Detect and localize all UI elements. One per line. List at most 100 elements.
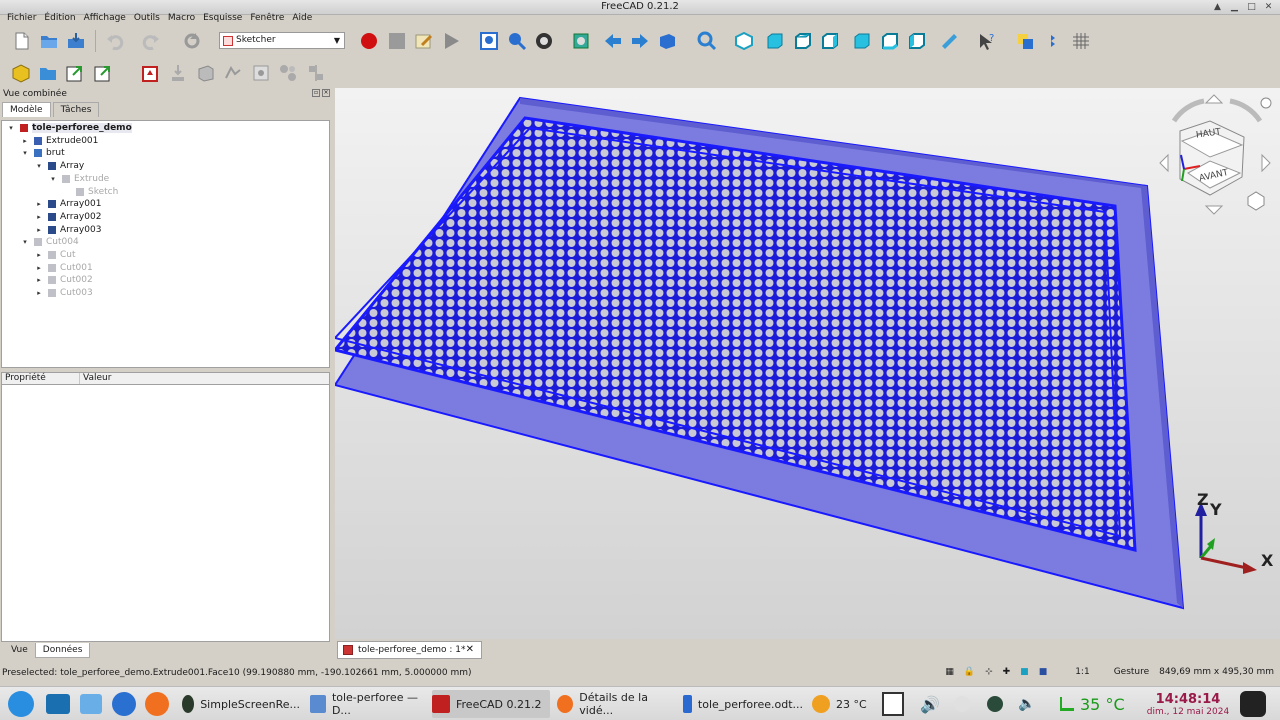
- draw-style-icon[interactable]: [533, 30, 555, 52]
- tree-item[interactable]: ▸ Cut: [34, 249, 75, 261]
- view-left-icon[interactable]: [906, 30, 928, 52]
- collapse-arrow-icon[interactable]: ▾: [6, 124, 16, 132]
- tree-item[interactable]: ▸ Array001: [34, 198, 101, 210]
- navigation-cube-icon[interactable]: [656, 30, 678, 52]
- thunderbird-button[interactable]: [112, 690, 136, 718]
- expand-arrow-icon[interactable]: ▸: [34, 213, 44, 221]
- tree-item[interactable]: ▸ Array002: [34, 211, 101, 223]
- expand-arrow-icon[interactable]: ▸: [34, 251, 44, 259]
- view-isometric-icon[interactable]: [733, 30, 755, 52]
- nav-style-selector[interactable]: Gesture: [1114, 667, 1149, 677]
- clock[interactable]: 14:48:14 dim., 12 mai 2024: [1144, 690, 1232, 718]
- view-bottom-icon[interactable]: [879, 30, 901, 52]
- expand-arrow-icon[interactable]: ▸: [34, 264, 44, 272]
- tree-item[interactable]: ▾ brut: [20, 147, 64, 159]
- view-forward-icon[interactable]: [629, 30, 651, 52]
- make-link-icon[interactable]: [64, 62, 86, 84]
- speaker-icon[interactable]: 🔈: [1018, 690, 1035, 718]
- close-icon[interactable]: ✕: [1261, 0, 1276, 13]
- collapse-arrow-icon[interactable]: ▾: [20, 149, 30, 157]
- tab-tasks[interactable]: Tâches: [52, 102, 100, 117]
- macro-edit-icon[interactable]: [413, 30, 435, 52]
- property-editor[interactable]: [1, 385, 330, 642]
- menu-macro[interactable]: Macro: [164, 11, 199, 25]
- tree-item[interactable]: ▸ Array003: [34, 224, 101, 236]
- link-sub-icon[interactable]: [1042, 30, 1064, 52]
- maximize-icon[interactable]: □: [1244, 0, 1259, 13]
- view-right-icon[interactable]: [819, 30, 841, 52]
- zoom-icon[interactable]: [696, 30, 718, 52]
- macro-record-icon[interactable]: [358, 30, 380, 52]
- reorient-sketch-icon[interactable]: [222, 62, 244, 84]
- taskbar-app-libreoffice[interactable]: tole_perforee.odt...: [683, 690, 803, 718]
- tree-item[interactable]: Sketch: [62, 186, 118, 198]
- tree-item[interactable]: ▾ Cut004: [20, 236, 78, 248]
- expand-arrow-icon[interactable]: ▸: [34, 276, 44, 284]
- tree-item[interactable]: ▸ Cut002: [34, 274, 92, 286]
- volume-icon[interactable]: 🔊: [920, 690, 940, 718]
- link-actions-icon[interactable]: [92, 62, 114, 84]
- measure-icon[interactable]: [938, 30, 960, 52]
- taskbar-app-dolphin[interactable]: tole-perforee — D...: [310, 690, 428, 718]
- network-icon[interactable]: [954, 690, 970, 718]
- menu-tools[interactable]: Outils: [130, 11, 164, 25]
- mirror-sketch-icon[interactable]: [305, 62, 327, 84]
- validate-sketch-icon[interactable]: [250, 62, 272, 84]
- menu-window[interactable]: Fenêtre: [246, 11, 288, 25]
- file-manager-button[interactable]: [80, 690, 102, 718]
- whats-this-icon[interactable]: ?: [976, 30, 998, 52]
- bounding-box-icon[interactable]: [570, 30, 592, 52]
- create-group-icon[interactable]: [37, 62, 59, 84]
- tree-item[interactable]: ▾ Extrude: [48, 173, 109, 185]
- new-sketch-icon[interactable]: [140, 62, 162, 84]
- float-icon[interactable]: ▫: [312, 89, 320, 97]
- tree-item[interactable]: ▸ Extrude001: [20, 135, 98, 147]
- sketch-edit-icon[interactable]: [167, 62, 189, 84]
- minimize-icon[interactable]: ▁: [1227, 0, 1242, 13]
- grid-icon[interactable]: [1070, 30, 1092, 52]
- firefox-launcher-button[interactable]: [145, 690, 169, 718]
- taskbar-app-firefox[interactable]: Détails de la vidé...: [557, 690, 675, 718]
- tab-model[interactable]: Modèle: [2, 102, 51, 117]
- view-rear-icon[interactable]: [851, 30, 873, 52]
- panel-close-icon[interactable]: ×: [322, 89, 330, 97]
- tree-item[interactable]: ▸ Cut001: [34, 262, 92, 274]
- refresh-icon[interactable]: [181, 30, 203, 52]
- macro-stop-icon[interactable]: [386, 30, 408, 52]
- undo-icon[interactable]: [104, 30, 126, 52]
- scale-indicator[interactable]: 1:1: [1075, 667, 1089, 677]
- restore-icon[interactable]: ▲: [1210, 0, 1225, 13]
- taskbar-app-simplescreenrecorder[interactable]: SimpleScreenRe...: [182, 690, 300, 718]
- tree-item[interactable]: ▾ Array: [34, 160, 84, 172]
- link-icon[interactable]: [1014, 30, 1036, 52]
- expand-arrow-icon[interactable]: ▸: [34, 200, 44, 208]
- view-top-icon[interactable]: [792, 30, 814, 52]
- globe-icon[interactable]: [987, 690, 1003, 718]
- navigation-cube[interactable]: HAUT AVANT: [1158, 93, 1278, 218]
- view-back-icon[interactable]: [602, 30, 624, 52]
- tree-item[interactable]: ▸ Cut003: [34, 287, 92, 299]
- taskbar-app-freecad[interactable]: FreeCAD 0.21.2: [432, 690, 550, 718]
- open-file-icon[interactable]: [38, 30, 60, 52]
- display-mode-icon[interactable]: ■: [1039, 667, 1048, 677]
- new-file-icon[interactable]: [11, 30, 33, 52]
- collapse-arrow-icon[interactable]: ▾: [20, 238, 30, 246]
- tab-close-icon[interactable]: ✕: [466, 642, 474, 658]
- snap-icon[interactable]: ⊹: [985, 667, 993, 677]
- merge-sketch-icon[interactable]: [277, 62, 299, 84]
- show-desktop-button[interactable]: [46, 690, 70, 718]
- session-icon[interactable]: [1240, 690, 1266, 718]
- model-render[interactable]: [335, 88, 1280, 639]
- fit-selection-icon[interactable]: [506, 30, 528, 52]
- menu-help[interactable]: Aide: [288, 11, 316, 25]
- lock-icon[interactable]: 🔒: [964, 667, 975, 677]
- menu-edit[interactable]: Édition: [40, 11, 79, 25]
- collapse-arrow-icon[interactable]: ▾: [48, 175, 58, 183]
- menu-file[interactable]: Fichier: [3, 11, 40, 25]
- tab-view[interactable]: Vue: [4, 643, 35, 658]
- menu-sketch[interactable]: Esquisse: [199, 11, 246, 25]
- 3d-viewport[interactable]: HAUT AVANT Z Y X: [335, 88, 1280, 639]
- plus-icon[interactable]: ✚: [1003, 667, 1011, 677]
- expand-arrow-icon[interactable]: ▸: [20, 137, 30, 145]
- document-tab[interactable]: tole-perforee_demo : 1* ✕: [337, 641, 482, 659]
